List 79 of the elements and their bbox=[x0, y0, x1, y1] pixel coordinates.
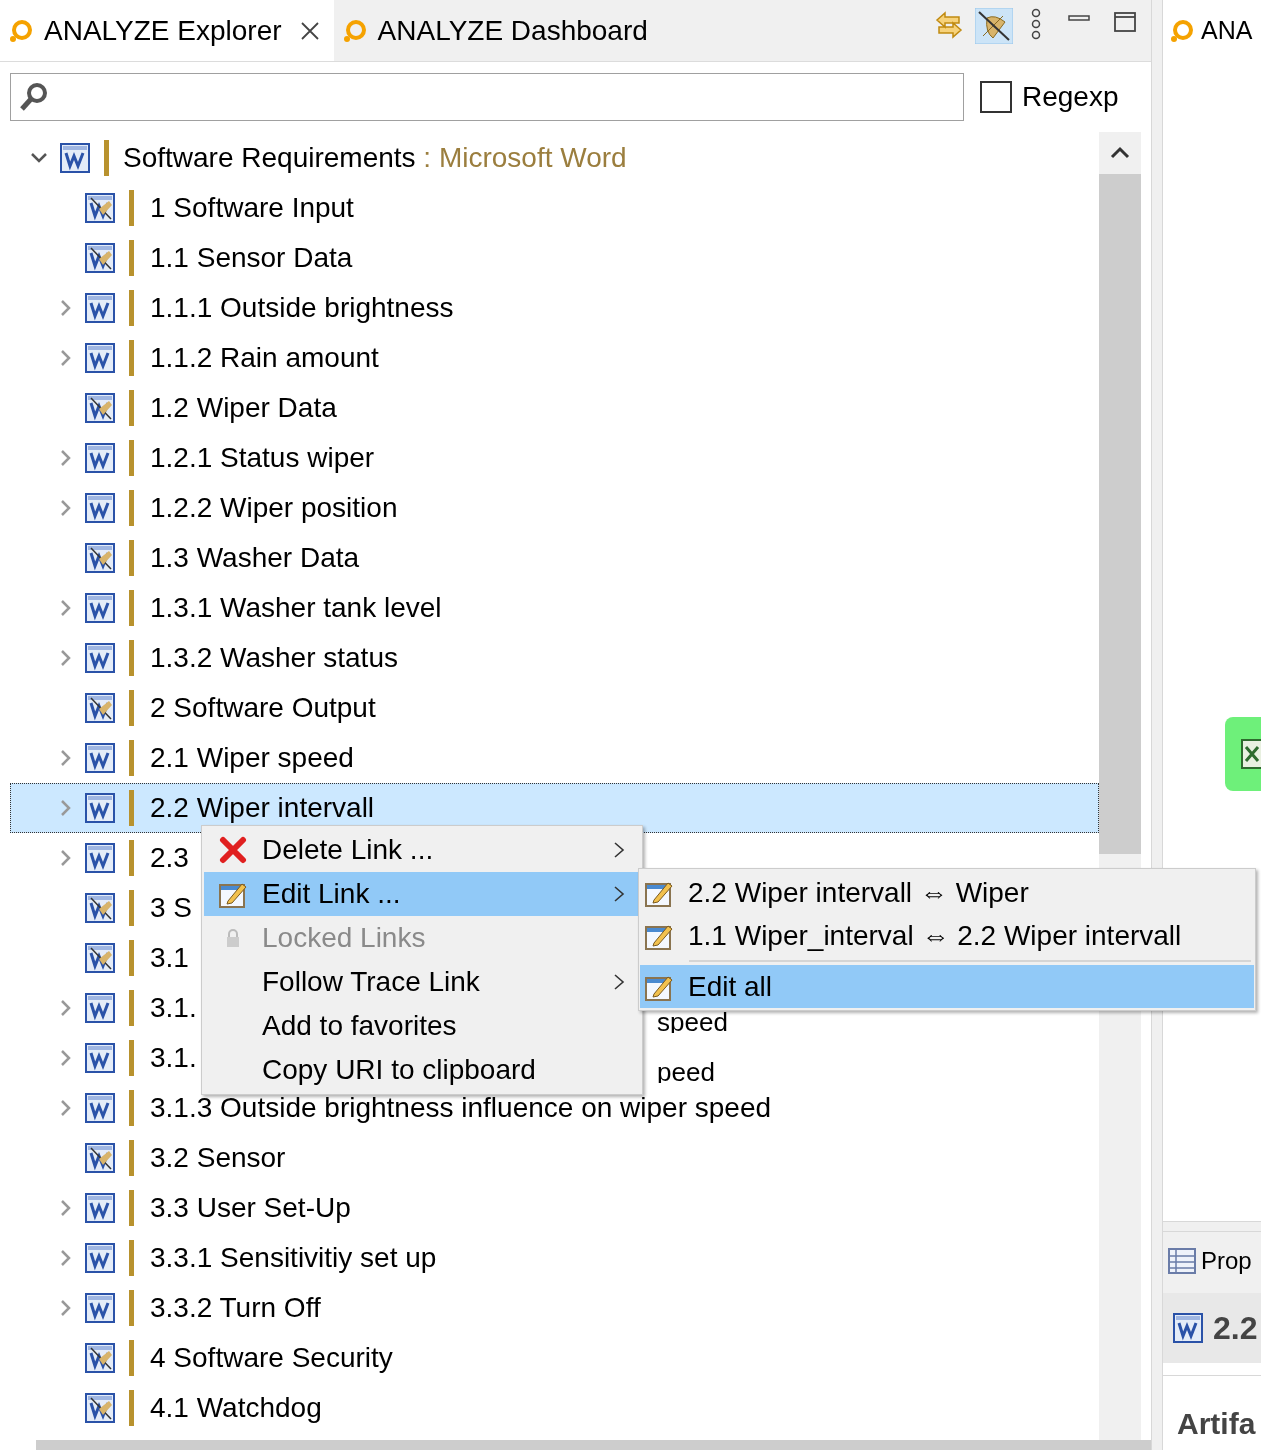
document-icon bbox=[85, 1193, 115, 1223]
tree-item-label[interactable]: 1.3.2 Washer status bbox=[150, 637, 398, 679]
horizontal-scrollbar[interactable] bbox=[36, 1440, 1151, 1450]
tree-item-label[interactable]: 1.2.1 Status wiper bbox=[150, 437, 375, 479]
tree-item-label[interactable]: 3.3.1 Sensitivitiy set up bbox=[150, 1237, 437, 1279]
menu-item[interactable]: Follow Trace Link bbox=[204, 960, 640, 1004]
document-icon bbox=[60, 143, 90, 173]
search-icon bbox=[19, 82, 49, 112]
document-icon bbox=[85, 843, 115, 873]
search-field[interactable] bbox=[10, 73, 964, 121]
menu-item[interactable]: Copy URI to clipboard bbox=[204, 1048, 640, 1092]
panel-tab[interactable]: Prop bbox=[1163, 1221, 1261, 1294]
tree-item-label[interactable]: 3.1. bbox=[150, 1037, 197, 1079]
document-icon bbox=[1173, 1312, 1203, 1343]
menu-item[interactable]: 1.1 Wiper_interval ⇔ 2.2 Wiper intervall bbox=[640, 914, 1254, 957]
tree-item-label[interactable]: 3.3.2 Turn Off bbox=[150, 1287, 321, 1329]
lock-icon bbox=[225, 928, 241, 948]
crossed-document-icon bbox=[85, 243, 115, 273]
crossed-document-icon bbox=[85, 943, 115, 973]
close-icon[interactable] bbox=[299, 20, 320, 41]
crossed-document-icon bbox=[85, 543, 115, 573]
tree-item-label[interactable]: 3.1 bbox=[150, 937, 189, 979]
panel-tab[interactable]: ANALYZE Explorer bbox=[0, 0, 334, 61]
crossed-document-icon bbox=[85, 1143, 115, 1173]
document-icon bbox=[85, 1093, 115, 1123]
document-icon bbox=[85, 643, 115, 673]
menu-item: Locked Links bbox=[204, 916, 640, 960]
tree-item-label[interactable]: 1.2.2 Wiper position bbox=[150, 487, 398, 529]
tree-item-label[interactable]: 1.2 Wiper Data bbox=[150, 387, 337, 429]
spreadsheet-icon bbox=[1241, 739, 1261, 770]
delete-icon bbox=[219, 836, 247, 864]
tree-item-label[interactable]: 3.3 User Set-Up bbox=[150, 1187, 351, 1229]
crossed-document-icon bbox=[85, 1393, 115, 1423]
tree-item-label[interactable]: 2.2 Wiper intervall bbox=[150, 787, 375, 829]
crossed-document-icon bbox=[85, 693, 115, 723]
tree-item-label[interactable]: 2.1 Wiper speed bbox=[150, 737, 354, 779]
tree-item-label[interactable]: 4.1 Watchdog bbox=[150, 1387, 322, 1429]
document-icon bbox=[85, 343, 115, 373]
document-icon bbox=[85, 593, 115, 623]
link-filter-icon[interactable] bbox=[975, 8, 1013, 44]
document-icon bbox=[85, 1043, 115, 1073]
crossed-document-icon bbox=[85, 893, 115, 923]
tree-item-label[interactable]: 3 S bbox=[150, 887, 193, 929]
tree-item-label[interactable]: 1.1.2 Rain amount bbox=[150, 337, 379, 379]
menu-item[interactable]: Edit all bbox=[640, 965, 1254, 1008]
tree-item-label[interactable]: speed bbox=[657, 1009, 728, 1035]
document-icon bbox=[85, 493, 115, 523]
document-icon bbox=[85, 993, 115, 1023]
crossed-document-icon bbox=[85, 193, 115, 223]
section-title: Artifa bbox=[1177, 1406, 1256, 1442]
tree-item-label[interactable]: Software Requirements : Microsoft Word bbox=[123, 137, 627, 179]
tree-item-label[interactable]: 3.1. bbox=[150, 987, 197, 1029]
document-icon bbox=[85, 443, 115, 473]
menu-item[interactable]: 2.2 Wiper intervall ⇔ Wiper bbox=[640, 871, 1254, 914]
tree-item-label[interactable]: 1.3 Washer Data bbox=[150, 537, 360, 579]
document-icon bbox=[85, 1293, 115, 1323]
document-icon bbox=[85, 1243, 115, 1273]
tree-item-label[interactable]: 1.1 Sensor Data bbox=[150, 237, 353, 279]
tree-item-label[interactable]: 1.1.1 Outside brightness bbox=[150, 287, 454, 329]
crossed-document-icon bbox=[85, 393, 115, 423]
scrollbar-thumb[interactable] bbox=[1099, 174, 1141, 854]
selected-tree-row[interactable]: 2.2 Wiper intervall bbox=[10, 783, 1099, 833]
regexp-checkbox[interactable]: Regexp bbox=[980, 76, 1119, 118]
more-icon[interactable] bbox=[1029, 8, 1043, 40]
properties-title: 2.2 bbox=[1213, 1308, 1258, 1348]
tree-item-label[interactable]: peed bbox=[657, 1059, 715, 1085]
document-icon bbox=[85, 293, 115, 323]
tree-item-label[interactable]: 1 Software Input bbox=[150, 187, 354, 229]
tree-item-label[interactable]: 3.2 Sensor bbox=[150, 1137, 286, 1179]
menu-item[interactable]: Add to favorites bbox=[204, 1004, 640, 1048]
tree-item-label[interactable]: 2.3 bbox=[150, 837, 189, 879]
crossed-document-icon bbox=[85, 1343, 115, 1373]
tree-item-label[interactable]: 1.3.1 Washer tank level bbox=[150, 587, 442, 629]
document-icon bbox=[85, 793, 115, 823]
tree-item-label[interactable]: 2 Software Output bbox=[150, 687, 376, 729]
tree-item-label[interactable]: 4 Software Security bbox=[150, 1337, 393, 1379]
table-icon bbox=[1168, 1248, 1196, 1275]
document-icon bbox=[85, 743, 115, 773]
menu-item[interactable]: Edit Link ... bbox=[204, 872, 640, 916]
